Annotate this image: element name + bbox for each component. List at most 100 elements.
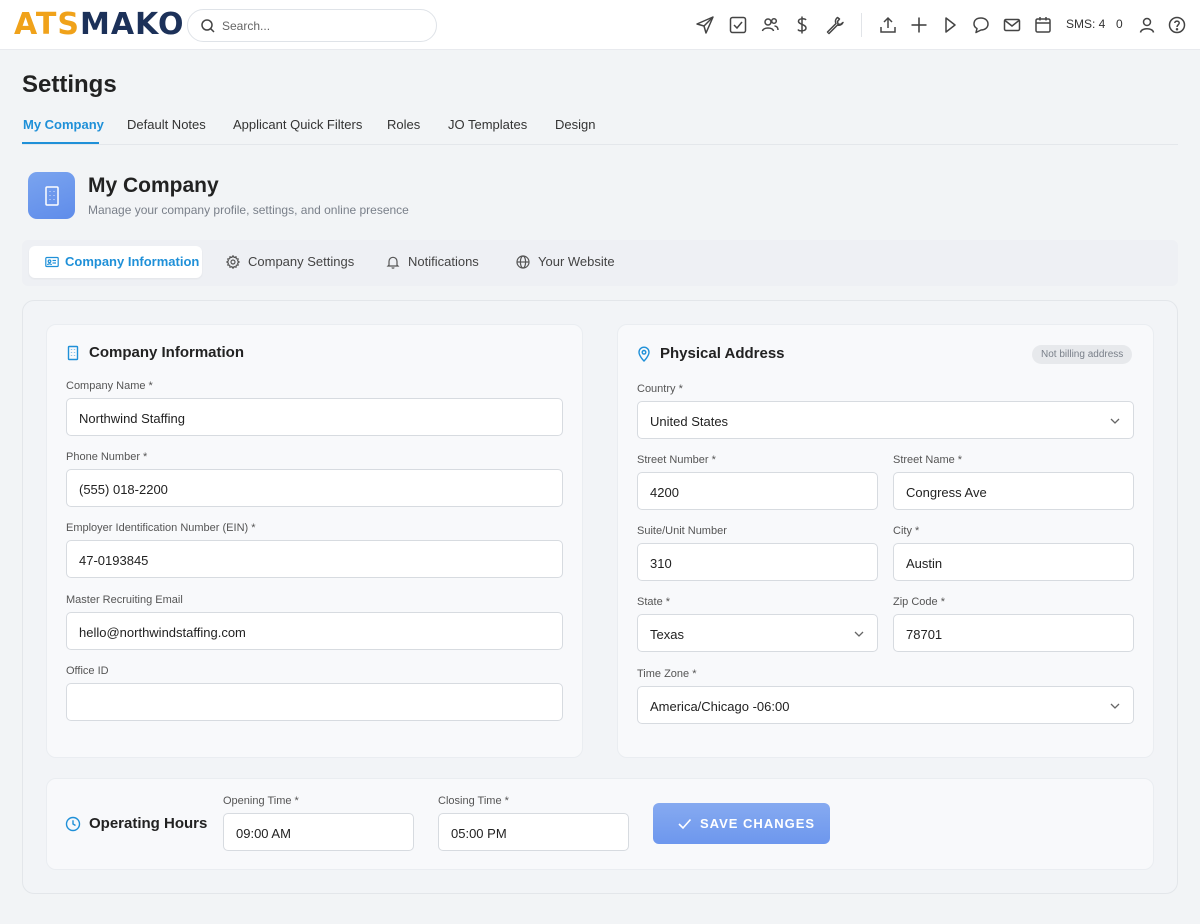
id-card-icon bbox=[45, 256, 59, 268]
recruiting-email-input[interactable] bbox=[79, 622, 534, 642]
task-check-icon[interactable] bbox=[728, 15, 748, 35]
company-building-icon bbox=[28, 172, 75, 219]
street-name-field bbox=[893, 472, 1134, 510]
users-icon[interactable] bbox=[760, 15, 780, 35]
state-select[interactable] bbox=[637, 614, 878, 652]
office-id-label: Office ID bbox=[66, 665, 109, 677]
upload-icon[interactable] bbox=[878, 15, 898, 35]
dollar-icon[interactable] bbox=[792, 15, 812, 35]
search-input[interactable] bbox=[222, 16, 422, 36]
mail-icon[interactable] bbox=[1002, 15, 1022, 35]
opening-time-label: Opening Time * bbox=[223, 795, 299, 807]
recruiting-email-label: Master Recruiting Email bbox=[66, 594, 183, 606]
phone-number-field bbox=[66, 469, 563, 507]
physical-address-title: Physical Address bbox=[660, 345, 785, 362]
street-number-label: Street Number * bbox=[637, 454, 716, 466]
top-navigation-bar: ATSMAKO SMS: 4 0 bbox=[0, 0, 1200, 50]
send-icon[interactable] bbox=[695, 15, 715, 35]
app-logo[interactable]: ATSMAKO bbox=[14, 9, 184, 41]
toolbar-divider bbox=[861, 13, 862, 37]
zip-code-field bbox=[893, 614, 1134, 652]
zip-code-label: Zip Code * bbox=[893, 596, 945, 608]
closing-time-input[interactable] bbox=[451, 823, 600, 843]
subtab-company-information[interactable]: Company Information bbox=[29, 246, 202, 278]
ein-label: Employer Identification Number (EIN) * bbox=[66, 522, 256, 534]
notification-count[interactable]: 0 bbox=[1116, 17, 1123, 31]
phone-number-input[interactable] bbox=[79, 479, 534, 499]
billing-address-badge: Not billing address bbox=[1032, 345, 1133, 364]
operating-hours-title: Operating Hours bbox=[89, 815, 208, 832]
chat-icon[interactable] bbox=[971, 15, 991, 35]
opening-time-input[interactable] bbox=[236, 823, 385, 843]
ein-field bbox=[66, 540, 563, 578]
time-zone-label: Time Zone * bbox=[637, 668, 697, 680]
subtab-label: Company Settings bbox=[248, 254, 355, 269]
logo-part-mako: MAKO bbox=[79, 7, 185, 42]
time-zone-select[interactable] bbox=[637, 686, 1134, 724]
subtab-label: Notifications bbox=[408, 254, 479, 269]
suite-label: Suite/Unit Number bbox=[637, 525, 727, 537]
suite-input[interactable] bbox=[650, 553, 849, 573]
search-icon bbox=[201, 19, 215, 33]
country-select[interactable] bbox=[637, 401, 1134, 439]
subtab-company-settings[interactable]: Company Settings bbox=[226, 246, 354, 278]
company-name-input[interactable] bbox=[79, 408, 534, 428]
street-number-input[interactable] bbox=[650, 482, 849, 502]
country-label: Country * bbox=[637, 383, 683, 395]
section-title: My Company bbox=[88, 174, 219, 197]
closing-time-field bbox=[438, 813, 629, 851]
time-zone-value[interactable] bbox=[650, 696, 1105, 716]
recruiting-email-field bbox=[66, 612, 563, 650]
bell-icon bbox=[386, 256, 400, 269]
tab-roles[interactable]: Roles bbox=[387, 117, 420, 132]
logo-part-ats: ATS bbox=[14, 7, 80, 42]
page-title: Settings bbox=[22, 71, 117, 98]
state-label: State * bbox=[637, 596, 671, 608]
calendar-icon[interactable] bbox=[1033, 15, 1053, 35]
office-id-input[interactable] bbox=[79, 693, 534, 713]
company-name-field bbox=[66, 398, 563, 436]
chevron-down-icon bbox=[1110, 418, 1120, 424]
chevron-down-icon bbox=[854, 631, 864, 637]
globe-icon bbox=[516, 255, 530, 269]
settings-tabs: My Company Default Notes Applicant Quick… bbox=[22, 108, 1178, 145]
subtab-label: Your Website bbox=[538, 254, 615, 269]
sms-counter[interactable]: SMS: 4 bbox=[1066, 17, 1105, 31]
phone-number-label: Phone Number * bbox=[66, 451, 148, 463]
office-id-field bbox=[66, 683, 563, 721]
help-icon[interactable] bbox=[1167, 15, 1187, 35]
opening-time-field bbox=[223, 813, 414, 851]
company-name-label: Company Name * bbox=[66, 380, 153, 392]
street-name-input[interactable] bbox=[906, 482, 1105, 502]
zip-code-input[interactable] bbox=[906, 624, 1105, 644]
tab-design[interactable]: Design bbox=[555, 117, 595, 132]
tab-jo-templates[interactable]: JO Templates bbox=[448, 117, 527, 132]
chevron-down-icon bbox=[1110, 703, 1120, 709]
section-subtitle: Manage your company profile, settings, a… bbox=[88, 203, 409, 217]
subtab-notifications[interactable]: Notifications bbox=[386, 246, 479, 278]
subtab-your-website[interactable]: Your Website bbox=[516, 246, 615, 278]
play-icon[interactable] bbox=[940, 15, 960, 35]
ein-input[interactable] bbox=[79, 550, 534, 570]
company-information-title: Company Information bbox=[89, 344, 245, 361]
tab-applicant-quick-filters[interactable]: Applicant Quick Filters bbox=[233, 117, 362, 132]
country-value[interactable] bbox=[650, 411, 1105, 431]
city-label: City * bbox=[893, 525, 920, 537]
state-value[interactable] bbox=[650, 624, 849, 644]
city-field bbox=[893, 543, 1134, 581]
street-name-label: Street Name * bbox=[893, 454, 963, 466]
wrench-icon[interactable] bbox=[825, 15, 845, 35]
save-changes-label: SAVE CHANGES bbox=[700, 816, 816, 831]
suite-field bbox=[637, 543, 878, 581]
save-changes-button[interactable]: SAVE CHANGES bbox=[653, 803, 830, 844]
active-tab-indicator bbox=[22, 142, 99, 144]
tab-default-notes[interactable]: Default Notes bbox=[127, 117, 206, 132]
building-icon bbox=[67, 345, 79, 361]
add-icon[interactable] bbox=[909, 15, 929, 35]
tab-my-company[interactable]: My Company bbox=[23, 117, 104, 132]
clock-icon bbox=[65, 816, 81, 832]
street-number-field bbox=[637, 472, 878, 510]
city-input[interactable] bbox=[906, 553, 1105, 573]
search-box bbox=[187, 9, 437, 42]
user-profile-icon[interactable] bbox=[1137, 15, 1157, 35]
